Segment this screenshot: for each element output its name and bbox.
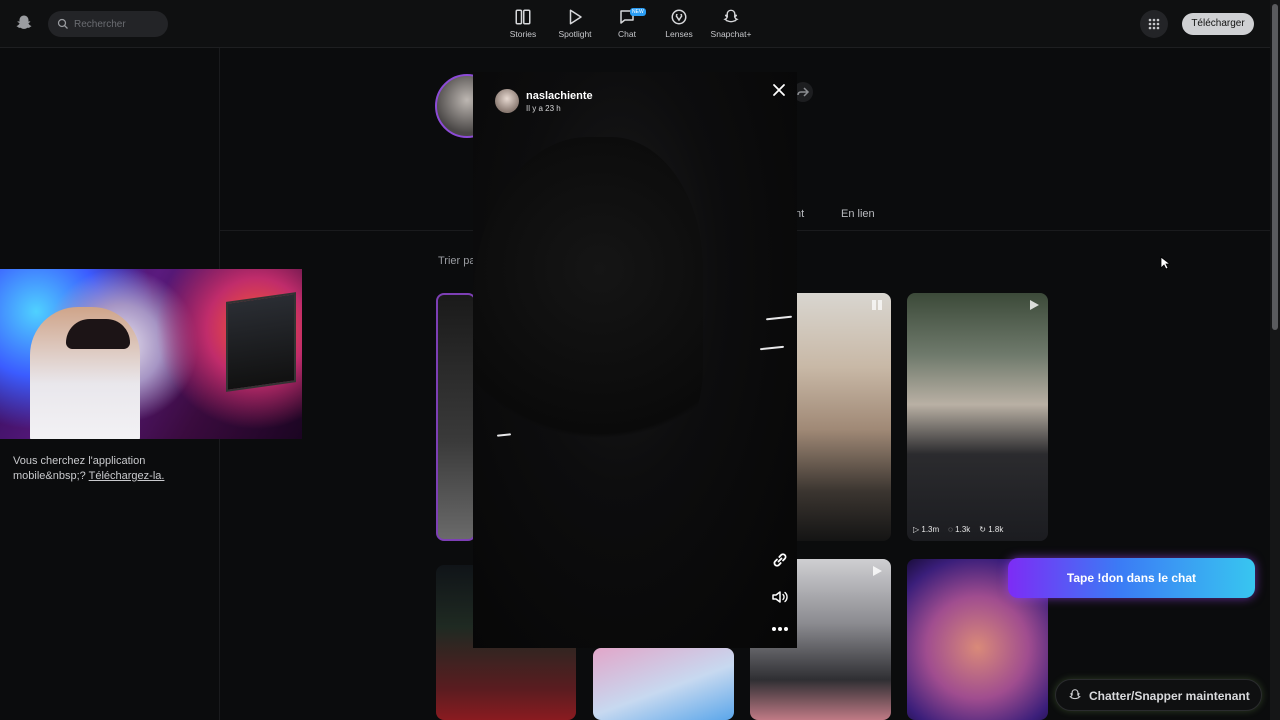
nav-chat-label: Chat: [618, 29, 636, 39]
story-avatar[interactable]: [495, 89, 519, 113]
stories-icon: [515, 9, 531, 25]
nav-chat[interactable]: NEW Chat: [605, 8, 649, 39]
story-media: [473, 137, 703, 467]
search-box[interactable]: [48, 11, 168, 37]
search-input[interactable]: [74, 15, 162, 33]
light-streak: [765, 315, 793, 321]
streamer-webcam: [0, 269, 302, 439]
apps-grid-button[interactable]: [1140, 10, 1168, 38]
multi-snap-icon: [872, 300, 882, 310]
tab-en-lien[interactable]: En lien: [841, 208, 875, 220]
story-username[interactable]: naslachiente: [526, 90, 593, 102]
close-icon[interactable]: [770, 81, 788, 99]
ghost-plus-icon: [723, 9, 739, 23]
app-promo-link[interactable]: Téléchargez-la.: [89, 470, 165, 482]
apps-grid-icon: [1148, 18, 1160, 30]
nav-lenses-label: Lenses: [665, 29, 693, 39]
mouse-cursor-icon: [1160, 256, 1170, 270]
comments-count: ◌ 1.3k: [948, 525, 971, 534]
chat-now-button[interactable]: Chatter/Snapper maintenant: [1055, 679, 1262, 711]
spotlight-card[interactable]: [593, 648, 734, 720]
story-viewer[interactable]: naslachiente Il y a 23 h: [473, 72, 797, 648]
search-icon: [57, 18, 68, 29]
sound-icon[interactable]: [770, 587, 790, 607]
download-button[interactable]: Télécharger: [1182, 13, 1254, 35]
chat-now-label: Chatter/Snapper maintenant: [1089, 689, 1250, 703]
nav-spotlight-label: Spotlight: [558, 29, 592, 39]
new-badge: NEW: [630, 8, 646, 16]
views-count: ▷ 1.3m: [913, 525, 940, 534]
nav-snapchat-plus[interactable]: Snapchat+: [709, 8, 753, 39]
nav-stories[interactable]: Stories: [501, 8, 545, 39]
more-options-icon[interactable]: [770, 619, 790, 639]
webcam-monitor: [226, 292, 296, 392]
nav-lenses[interactable]: Lenses: [657, 8, 701, 39]
light-streak: [759, 345, 785, 351]
page-scrollbar[interactable]: [1270, 0, 1280, 720]
nav-snapchat-plus-label: Snapchat+: [710, 29, 752, 39]
donation-cta-banner: Tape !don dans le chat: [1008, 558, 1255, 598]
streamer-hair: [66, 319, 130, 349]
lenses-icon: [671, 9, 687, 25]
nav-stories-label: Stories: [509, 29, 537, 39]
top-bar: Stories Spotlight NEW Chat Lenses Snapch…: [0, 0, 1270, 48]
spotlight-play-icon: [569, 9, 582, 25]
spotlight-card[interactable]: [797, 293, 891, 541]
spotlight-card[interactable]: ▷ 1.3m ◌ 1.3k ↻ 1.8k: [907, 293, 1048, 541]
play-icon: [1030, 300, 1039, 310]
story-timestamp: Il y a 23 h: [526, 104, 561, 113]
nav-spotlight[interactable]: Spotlight: [553, 8, 597, 39]
sort-label[interactable]: Trier pa: [438, 255, 474, 267]
snapchat-ghost-icon[interactable]: [15, 14, 33, 32]
play-icon: [873, 566, 882, 576]
scrollbar-thumb[interactable]: [1272, 4, 1278, 330]
card-stats: ▷ 1.3m ◌ 1.3k ↻ 1.8k: [913, 525, 1003, 534]
link-icon[interactable]: [770, 550, 790, 570]
app-promo: Vous cherchez l'application mobile&nbsp;…: [13, 454, 213, 484]
ghost-icon: [1069, 689, 1081, 700]
spotlight-card-selected[interactable]: [436, 293, 476, 541]
shares-count: ↻ 1.8k: [979, 525, 1004, 534]
